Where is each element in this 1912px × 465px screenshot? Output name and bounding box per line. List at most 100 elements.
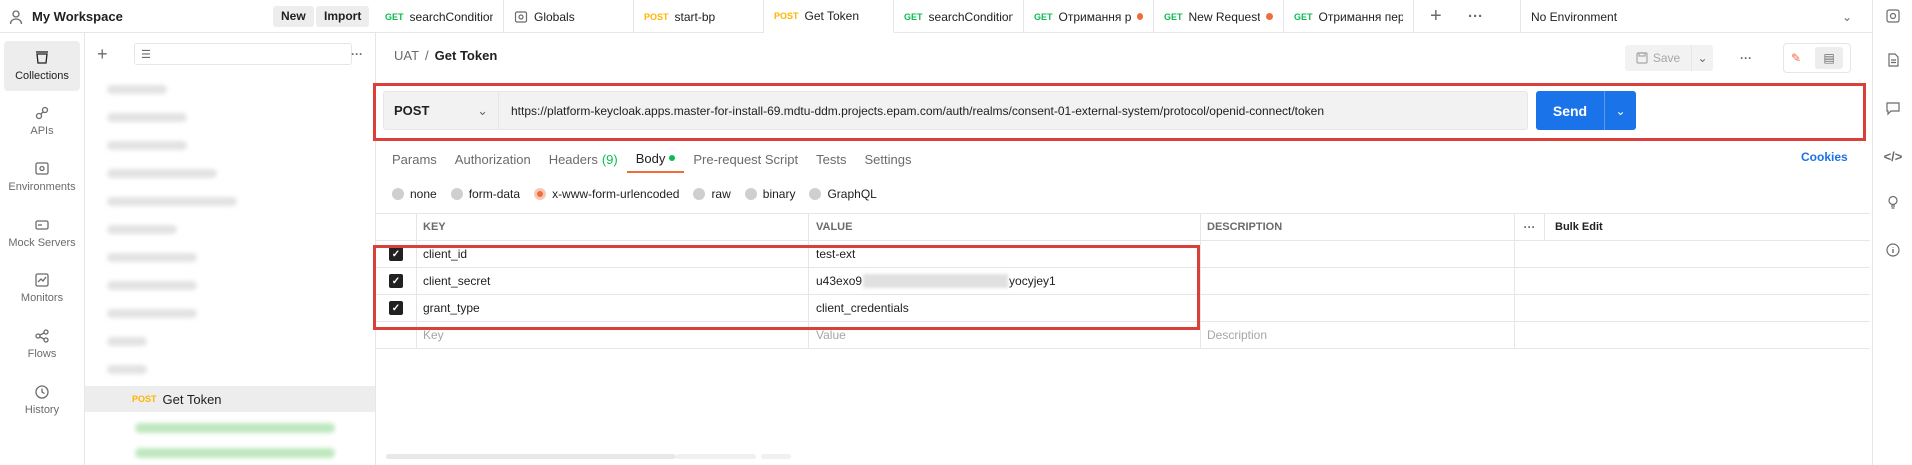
rail-item-mock-servers[interactable]: Mock Servers [4,208,80,258]
tab-label: Settings [864,151,912,167]
row-description[interactable] [1201,241,1515,267]
body-type-label: binary [762,187,796,201]
list-item[interactable] [107,169,217,178]
rail-label: APIs [30,125,54,137]
tab-6[interactable]: GET New Request [1154,0,1284,33]
tab-label: New Request [1188,9,1261,24]
tab-settings[interactable]: Settings [855,145,920,173]
comments-icon[interactable] [1883,98,1903,118]
body-type-raw[interactable]: raw [693,187,731,201]
tab-1[interactable]: Globals [504,0,634,33]
list-item[interactable] [107,337,147,346]
rail-item-flows[interactable]: Flows [4,319,80,369]
rail-item-apis[interactable]: APIs [4,96,80,146]
documentation-icon[interactable] [1883,50,1903,70]
workspace-name: My Workspace [32,9,123,24]
body-type-urlencoded[interactable]: x-www-form-urlencoded [534,187,679,201]
tab-5[interactable]: GET Отримання ре [1024,0,1154,33]
plus-icon[interactable]: + [97,44,108,65]
list-item[interactable] [135,448,335,458]
tab-tests[interactable]: Tests [807,145,855,173]
rail-item-environments[interactable]: Environments [4,152,80,202]
new-button[interactable]: New [273,6,314,27]
save-button[interactable]: Save [1625,45,1691,71]
tab-authorization[interactable]: Authorization [446,145,540,173]
list-item[interactable] [107,365,147,374]
tab-label: Отримання ре [1058,9,1131,24]
list-item[interactable] [107,197,237,206]
sidebar-item-get-token[interactable]: POST Get Token [85,386,375,412]
body-type-graphql[interactable]: GraphQL [809,187,877,201]
tab-label: searchConditionE [409,9,493,24]
bulk-edit-button[interactable]: Bulk Edit [1545,214,1870,240]
radio-button[interactable] [392,188,404,200]
history-icon [35,385,49,399]
header-cell-check [376,214,417,240]
tab-body[interactable]: Body [626,145,685,173]
environment-select[interactable]: No Environment ⌄ [1520,0,1860,33]
new-tab-button[interactable]: + [1430,0,1442,33]
cookies-link[interactable]: Cookies [1801,150,1848,164]
list-item[interactable] [107,225,177,234]
radio-button[interactable] [693,188,706,200]
more-horizontal-icon[interactable]: ··· [351,47,363,61]
body-type-form-data[interactable]: form-data [450,187,521,201]
tab-params[interactable]: Params [392,145,446,173]
body-type-binary[interactable]: binary [744,187,796,201]
table-more-button[interactable]: ··· [1515,214,1545,240]
tab-method: GET [1164,11,1183,22]
tab-2[interactable]: POST start-bp [634,0,764,33]
scrollbar-track [761,454,791,459]
tab-method: GET [904,11,923,22]
rail-item-history[interactable]: History [4,375,80,425]
row-description[interactable] [1201,295,1515,321]
workspace-switcher[interactable]: My Workspace [8,0,123,33]
documentation-icon[interactable]: ▤ [1815,47,1844,69]
list-item[interactable] [107,85,167,94]
horizontal-scrollbar[interactable] [386,454,676,459]
list-item[interactable] [107,309,197,318]
list-item[interactable] [107,113,187,122]
list-item[interactable] [135,423,335,433]
save-label: Save [1652,51,1681,65]
settings-icon[interactable] [1883,6,1903,26]
row-description[interactable] [1201,268,1515,294]
view-mode-toggle: ✎ ▤ [1783,43,1851,73]
tab-method: GET [1034,11,1053,22]
tab-3[interactable]: POST Get Token [764,0,894,33]
breadcrumb-parent[interactable]: UAT [394,48,419,63]
tab-4[interactable]: GET searchConditionE [894,0,1024,33]
tabs-more-button[interactable]: ··· [1468,0,1483,33]
radio-button[interactable] [534,188,547,200]
tab-7[interactable]: GET Отримання періо [1284,0,1414,33]
radio-button[interactable] [744,188,757,200]
postman-app: My Workspace New Import GET searchCondit… [0,0,1912,465]
list-item[interactable] [107,141,187,150]
rail-label: Environments [8,181,76,193]
new-description-input[interactable]: Description [1201,322,1515,348]
sidebar-toolbar: + ☰ ··· [97,43,367,65]
rail-item-monitors[interactable]: Monitors [4,263,80,313]
sidebar-search-input[interactable]: ☰ [134,43,352,65]
tab-pre-request-script[interactable]: Pre-request Script [684,145,807,173]
tab-label: Body [635,150,666,166]
code-icon[interactable]: </> [1883,146,1903,166]
list-item[interactable] [107,253,197,262]
info-icon[interactable] [1883,240,1903,260]
lightbulb-icon[interactable] [1883,192,1903,212]
import-button[interactable]: Import [316,6,370,27]
rail-item-collections[interactable]: Collections [4,41,80,91]
list-item[interactable] [107,281,197,290]
tab-headers[interactable]: Headers (9) [540,145,627,173]
pencil-icon[interactable]: ✎ [1791,51,1801,65]
tab-0[interactable]: GET searchConditionE [375,0,504,33]
request-more-button[interactable]: ··· [1734,45,1758,71]
radio-button[interactable] [809,188,822,200]
globals-icon [514,10,528,23]
radio-button[interactable] [450,188,463,200]
body-type-none[interactable]: none [392,187,437,201]
save-options-button[interactable]: ⌄ [1691,45,1713,71]
body-type-label: GraphQL [827,187,877,201]
breadcrumb-current[interactable]: Get Token [435,48,498,63]
body-type-label: form-data [468,187,521,201]
